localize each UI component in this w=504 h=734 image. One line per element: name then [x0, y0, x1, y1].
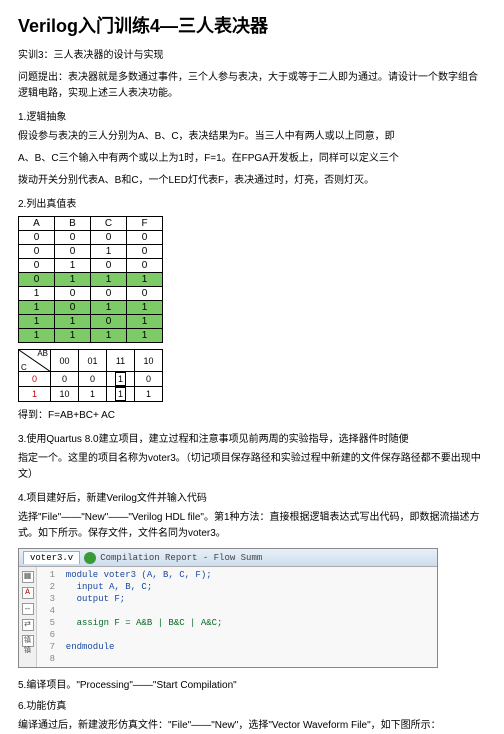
truth-row: 0010: [19, 245, 163, 259]
section-3-p: 指定一个。这里的项目名称为voter3。（切记项目保存路径和实验过程中新建的文件…: [18, 451, 486, 483]
code-editor: voter3.v Compilation Report - Flow Summ …: [18, 548, 438, 668]
truth-row: 1000: [19, 287, 163, 301]
logic-p2: A、B、C三个输入中有两个或以上为1时，F=1。在FPGA开发板上，同样可以定义…: [18, 151, 486, 167]
kmap-ab-label: AB: [37, 349, 48, 358]
section-4-p: 选择"File"——"New"——"Verilog HDL file"。第1种方…: [18, 510, 486, 542]
kmap-table: AB C 00011110 00010 110111: [18, 349, 163, 402]
section-5: 5.编译项目。"Processing"——"Start Compilation": [18, 676, 486, 691]
editor-tab-report[interactable]: Compilation Report - Flow Summ: [100, 553, 262, 563]
truth-row: 0100: [19, 259, 163, 273]
logic-p3: 拨动开关分别代表A、B和C，一个LED灯代表F，表决通过时，灯亮，否则灯灭。: [18, 173, 486, 189]
truth-head: ABCF: [19, 217, 163, 231]
truth-row: 0000: [19, 231, 163, 245]
kmap-row-1: 110111: [19, 387, 163, 402]
truth-table: ABCF 00000010010001111000101111011111: [18, 216, 163, 343]
tool-icon[interactable]: A: [22, 587, 34, 599]
tool-icon[interactable]: ⇄: [22, 619, 34, 631]
success-icon: [84, 552, 96, 564]
section-4: 4.项目建好后，新建Verilog文件并输入代码: [18, 489, 486, 504]
editor-tabbar: voter3.v Compilation Report - Flow Summ: [19, 549, 437, 567]
tool-icon[interactable]: 镇镇: [22, 635, 34, 647]
problem-statement: 问题提出：表决器就是多数通过事件，三个人参与表决，大于或等于二人即为通过。请设计…: [18, 70, 486, 102]
editor-tab-voter3[interactable]: voter3.v: [23, 551, 80, 564]
kmap-row-0: 00010: [19, 372, 163, 387]
section-6: 6.功能仿真: [18, 697, 486, 712]
section-1: 1.逻辑抽象: [18, 108, 486, 123]
truth-row: 1111: [19, 329, 163, 343]
code-content: 1 module voter3 (A, B, C, F);2 input A, …: [37, 567, 226, 667]
section-6-p: 编译通过后，新建波形仿真文件："File"——"New"，选择"Vector W…: [18, 718, 486, 734]
logic-p1: 假设参与表决的三人分别为A、B、C，表决结果为F。当三人中有两人或以上同意，即: [18, 129, 486, 145]
truth-row: 0111: [19, 273, 163, 287]
section-3: 3.使用Quartus 8.0建立项目，建立过程和注意事项见前两周的实验指导，选…: [18, 430, 486, 445]
editor-toolbar: ▦ A ↔ ⇄ 镇镇: [19, 567, 37, 667]
intro-label: 实训3：三人表决器的设计与实现: [18, 48, 486, 64]
tool-icon[interactable]: ↔: [22, 603, 34, 615]
section-2: 2.列出真值表: [18, 195, 486, 210]
truth-row: 1101: [19, 315, 163, 329]
expression: 得到：F=AB+BC+ AC: [18, 408, 486, 424]
tool-icon[interactable]: ▦: [22, 571, 34, 583]
page-title: Verilog入门训练4—三人表决器: [18, 12, 486, 38]
truth-row: 1011: [19, 301, 163, 315]
kmap-c-label: C: [21, 363, 27, 372]
